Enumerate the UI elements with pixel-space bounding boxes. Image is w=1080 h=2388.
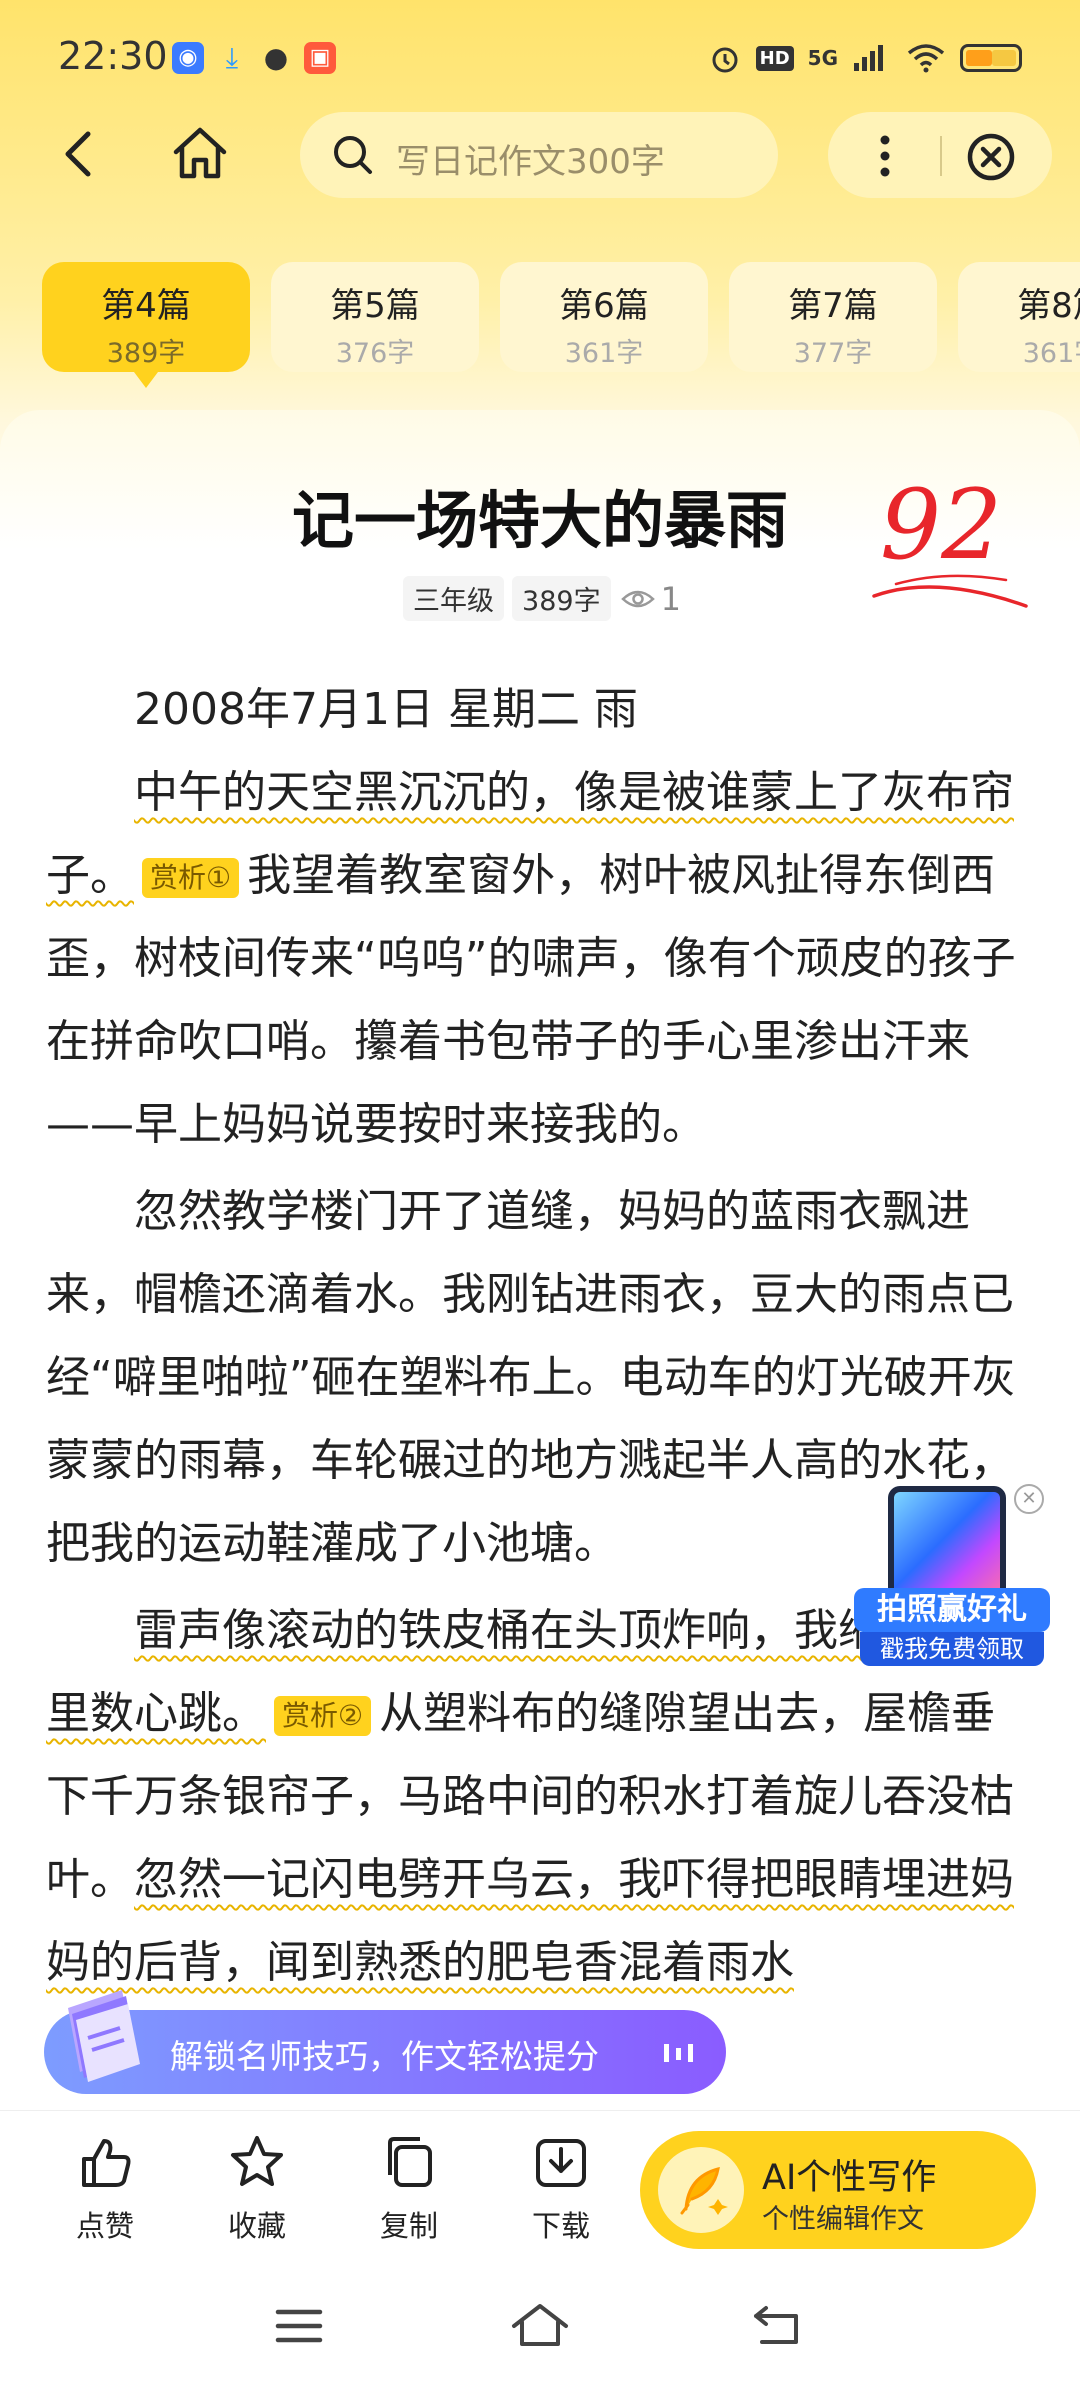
tab-label: 第8篇 xyxy=(1017,286,1080,326)
baidu-app-icon: ◉ xyxy=(172,42,204,74)
status-bar: 22:30 ◉ ⤓ ● ▣ HD 5G xyxy=(0,0,1080,110)
tab-count: 361字 xyxy=(564,338,644,369)
signal-icon xyxy=(854,45,883,71)
home-nav-icon[interactable] xyxy=(510,2300,570,2350)
status-time: 22:30 xyxy=(58,34,168,78)
ad-title: 拍照赢好礼 xyxy=(854,1588,1050,1632)
home-button[interactable] xyxy=(168,118,232,188)
mini-program-capsule xyxy=(828,112,1052,198)
alarm-icon xyxy=(712,47,738,73)
tab-label: 第7篇 xyxy=(788,286,878,326)
tab-count: 389字 xyxy=(106,338,186,369)
essay-meta: 三年级 389字 1 xyxy=(0,576,1080,621)
ai-writing-button[interactable]: AI个性写作 个性编辑作文 xyxy=(640,2131,1036,2249)
tab-essay-4[interactable]: 第4篇 389字 xyxy=(42,262,250,388)
highlighted-sentence[interactable]: 忽然一记闪电劈开乌云，我吓得把眼睛埋进妈妈的后背，闻到熟悉的肥皂香混着雨水 xyxy=(46,1854,1014,1988)
copy-icon xyxy=(388,2137,432,2187)
tab-label: 第6篇 xyxy=(559,286,649,326)
menu-icon[interactable] xyxy=(274,2306,324,2346)
tab-essay-7[interactable]: 第7篇 377字 xyxy=(729,262,937,372)
like-label: 点赞 xyxy=(75,2209,134,2243)
message-icon: ● xyxy=(263,41,289,74)
tab-essay-5[interactable]: 第5篇 376字 xyxy=(271,262,479,372)
tab-label: 第4篇 xyxy=(101,286,191,326)
ad-close-icon[interactable]: ✕ xyxy=(1014,1484,1044,1514)
download-button[interactable]: 下载 xyxy=(506,2133,616,2245)
like-button[interactable]: 点赞 xyxy=(50,2133,160,2245)
audio-bars-icon xyxy=(664,2044,693,2062)
thumbs-up-icon xyxy=(82,2139,131,2187)
search-box[interactable]: 写日记作文300字 xyxy=(300,112,778,198)
more-icon[interactable] xyxy=(870,134,900,178)
view-count-value: 1 xyxy=(660,579,681,618)
analysis-badge-1[interactable]: 赏析① xyxy=(142,858,240,898)
status-right-icons: HD 5G xyxy=(708,38,1022,78)
floating-ad[interactable]: ✕ 拍照赢好礼 戳我免费领取 xyxy=(854,1484,1050,1670)
tab-count: 361字 xyxy=(1022,338,1080,369)
grade-tag: 三年级 xyxy=(403,576,505,621)
close-icon[interactable] xyxy=(966,132,1016,182)
chevron-left-icon xyxy=(65,131,91,177)
ai-writing-subtitle: 个性编辑作文 xyxy=(762,2204,924,2235)
eye-icon xyxy=(620,590,655,607)
wifi-icon xyxy=(907,44,945,73)
hd-icon: HD xyxy=(755,45,794,71)
paragraph-1: 中午的天空黑沉沉的，像是被谁蒙上了灰布帘子。 赏析① 我望着教室窗外，树叶被风扯得东… xyxy=(46,751,1032,1166)
capsule-divider xyxy=(940,136,942,176)
search-icon xyxy=(334,136,372,174)
network-label: 5G xyxy=(807,46,838,70)
favorite-button[interactable]: 收藏 xyxy=(202,2133,312,2245)
app-notification-icon: ▣ xyxy=(304,42,336,74)
unlock-banner-text: 解锁名师技巧，作文轻松提分 xyxy=(170,2037,599,2076)
ad-subtitle: 戳我免费领取 xyxy=(860,1632,1044,1666)
view-count: 1 xyxy=(620,579,681,618)
tab-count: 376字 xyxy=(335,338,415,369)
bottom-action-bar: 点赞 收藏 复制 下载 AI个性写作 个性编辑作文 xyxy=(0,2110,1080,2261)
word-count-tag: 389字 xyxy=(512,576,611,621)
essay-body: 2008年7月1日 星期二 雨 中午的天空黑沉沉的，像是被谁蒙上了灰布帘子。 赏析… xyxy=(46,668,1032,2008)
date-line: 2008年7月1日 星期二 雨 xyxy=(134,684,638,735)
system-navigation-bar xyxy=(0,2260,1080,2388)
tab-count: 377字 xyxy=(793,338,873,369)
back-button[interactable] xyxy=(50,118,110,188)
search-placeholder: 写日记作文300字 xyxy=(396,142,665,182)
download-icon xyxy=(536,2139,586,2187)
tab-label: 第5篇 xyxy=(330,286,420,326)
back-nav-icon[interactable] xyxy=(752,2302,802,2348)
download-icon: ⤓ xyxy=(225,41,239,74)
star-icon xyxy=(231,2136,283,2186)
copy-button[interactable]: 复制 xyxy=(354,2133,464,2245)
home-icon xyxy=(173,127,227,179)
battery-icon xyxy=(960,44,1022,72)
analysis-badge-2[interactable]: 赏析② xyxy=(274,1696,372,1736)
download-label: 下载 xyxy=(531,2209,590,2243)
tab-essay-6[interactable]: 第6篇 361字 xyxy=(500,262,708,372)
tab-essay-8[interactable]: 第8篇 361字 xyxy=(958,262,1080,372)
score-text: 92 xyxy=(880,469,1002,581)
favorite-label: 收藏 xyxy=(227,2209,286,2243)
ai-feather-icon xyxy=(658,2147,744,2233)
ai-writing-title: AI个性写作 xyxy=(762,2158,937,2198)
copy-label: 复制 xyxy=(379,2209,438,2243)
book-icon xyxy=(50,1980,150,2090)
